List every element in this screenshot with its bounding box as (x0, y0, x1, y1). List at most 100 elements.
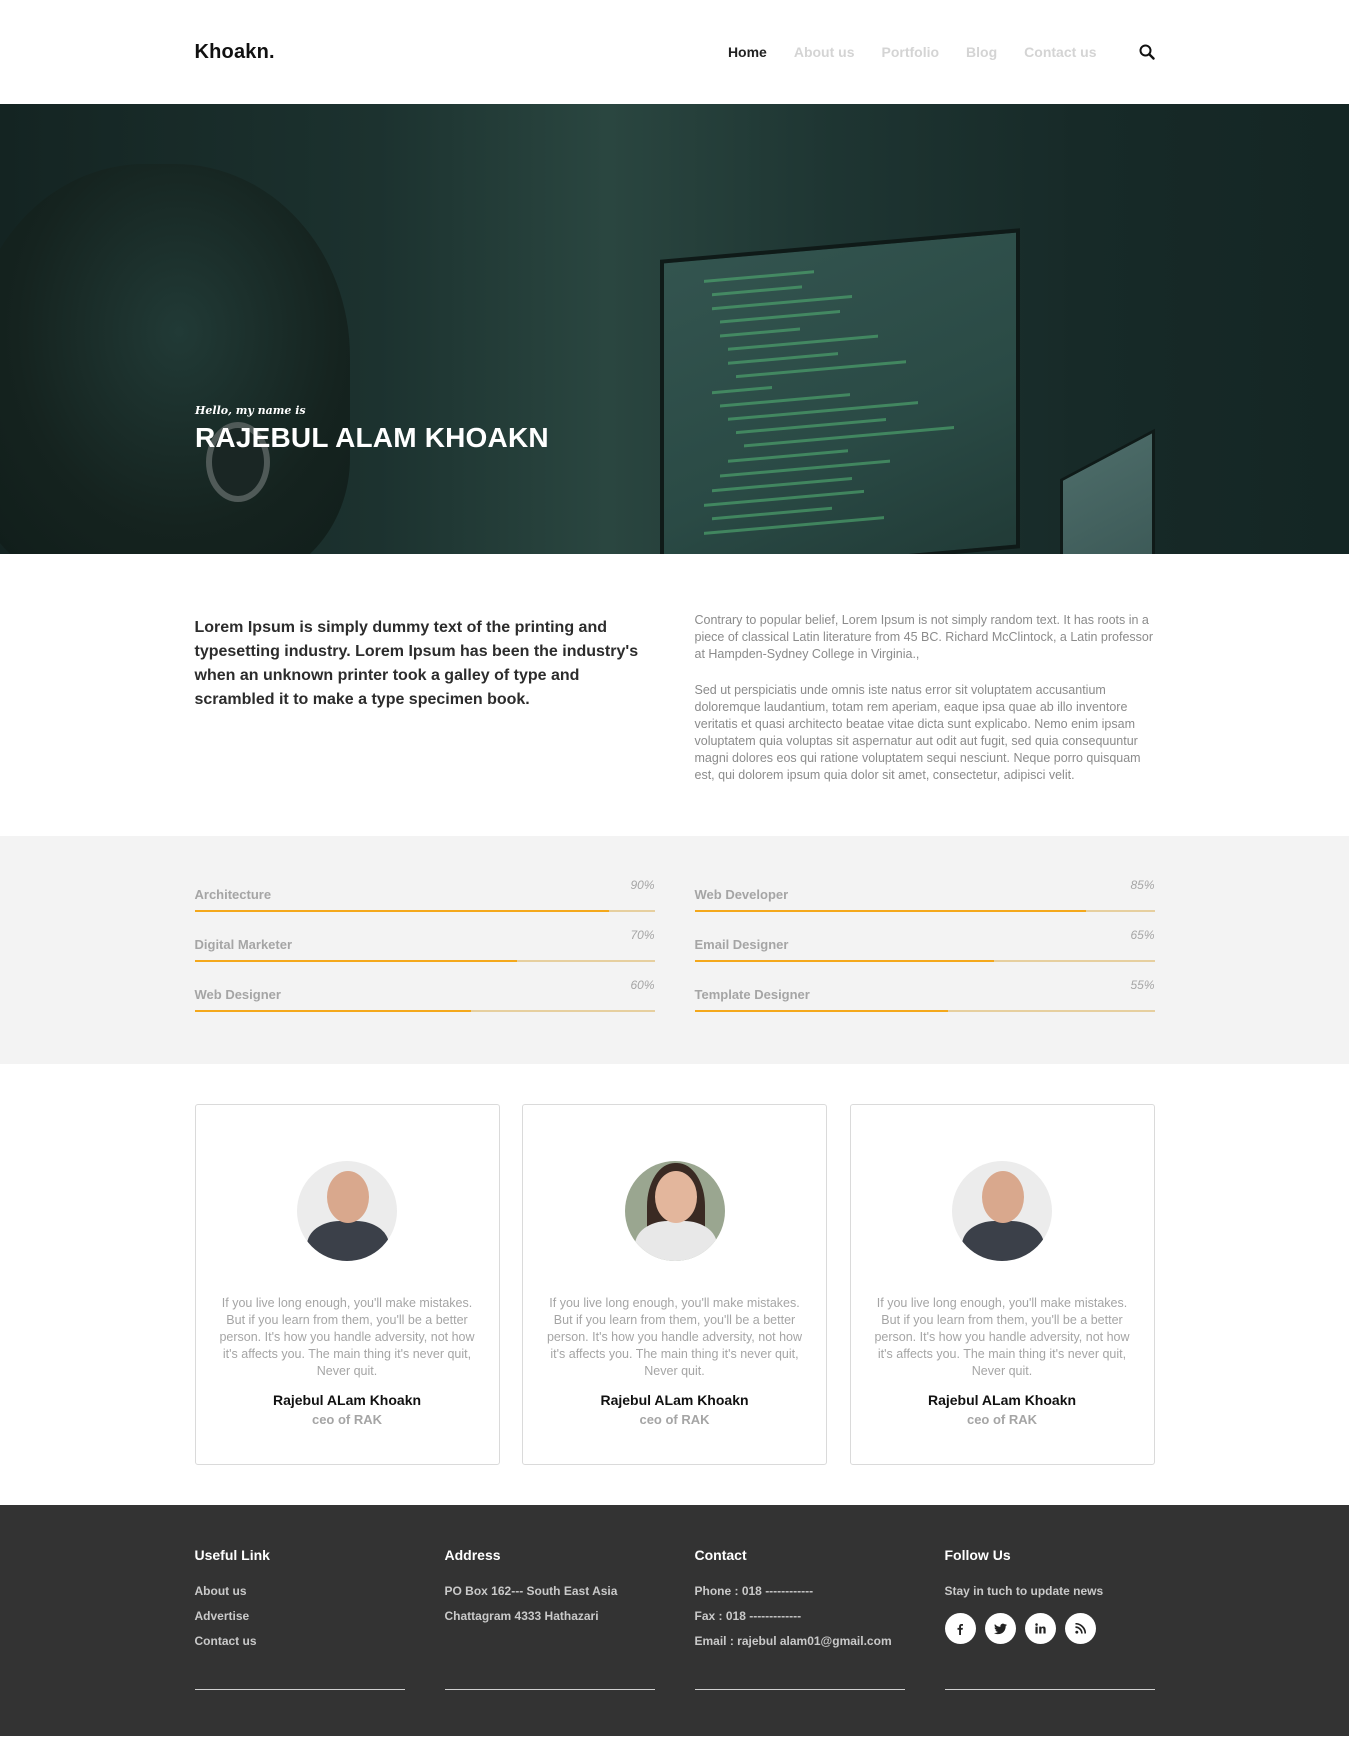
intro-paragraph-2: Sed ut perspiciatis unde omnis iste natu… (694, 683, 1141, 782)
testimonial-card: If you live long enough, you'll make mis… (522, 1104, 827, 1465)
skill-label: Template Designer (694, 987, 810, 1002)
code-line-decoration (712, 285, 802, 297)
address-line: PO Box 162--- South East Asia (444, 1584, 618, 1598)
testimonial-role: ceo of RAK (311, 1412, 383, 1427)
code-line-decoration (720, 310, 840, 324)
skill-progress-fill (694, 960, 994, 962)
skill-label: Architecture (194, 887, 272, 902)
follow-text: Stay in tuch to update news (944, 1584, 1104, 1598)
skill-progress-bar (194, 1010, 655, 1012)
skill-item: Web Designer 60% (194, 974, 655, 1012)
footer-follow-us: Follow Us Stay in tuch to update news (944, 1547, 1155, 1690)
testimonials-section: If you live long enough, you'll make mis… (0, 1064, 1349, 1505)
skill-progress-fill (194, 1010, 471, 1012)
testimonial-card: If you live long enough, you'll make mis… (194, 1104, 500, 1465)
code-line-decoration (728, 334, 878, 351)
site-logo[interactable]: Khoakn. (195, 41, 275, 64)
skill-item: Web Developer 85% (694, 874, 1155, 912)
skill-progress-bar (694, 960, 1155, 962)
footer-link-advertise[interactable]: Advertise (195, 1604, 405, 1629)
skill-item: Digital Marketer 70% (194, 924, 655, 962)
footer-contact: Contact Phone : 018 ------------ Fax : 0… (694, 1547, 905, 1690)
skill-label: Web Developer (694, 887, 789, 902)
site-header: Khoakn. Home About us Portfolio Blog Con… (0, 0, 1349, 104)
intro-paragraph-1: Contrary to popular belief, Lorem Ipsum … (694, 613, 1154, 661)
avatar (624, 1161, 725, 1261)
code-line-decoration (728, 449, 848, 463)
footer-useful-links: Useful Link About us Advertise Contact u… (194, 1547, 405, 1690)
code-line-decoration (720, 459, 890, 478)
intro-description: Contrary to popular belief, Lorem Ipsum … (695, 612, 1155, 784)
skill-progress-fill (194, 960, 517, 962)
testimonial-role: ceo of RAK (966, 1412, 1038, 1427)
avatar (297, 1161, 397, 1261)
skill-progress-bar (194, 910, 655, 912)
skill-percent: 90% (630, 878, 655, 892)
hero-monitor-image (660, 228, 1020, 554)
testimonial-name: Rajebul ALam Khoakn (272, 1392, 422, 1408)
avatar (952, 1161, 1052, 1261)
skills-left-column: Architecture 90% Digital Marketer 70% Web … (194, 874, 655, 1024)
code-line-decoration (736, 417, 886, 435)
footer-address: Address PO Box 162--- South East Asia Ch… (444, 1547, 655, 1690)
hero-second-monitor-image (1060, 428, 1155, 554)
hero-banner: Hello, my name is RAJEBUL ALAM KHOAKN (0, 104, 1349, 554)
skill-percent: 85% (1130, 878, 1155, 892)
skill-percent: 60% (630, 978, 655, 992)
main-nav: Home About us Portfolio Blog Contact us (701, 44, 1155, 60)
code-line-decoration (712, 506, 832, 521)
skill-progress-fill (694, 910, 1086, 912)
contact-email[interactable]: Email : rajebul alam01@gmail.com (695, 1629, 905, 1654)
site-footer: Useful Link About us Advertise Contact u… (0, 1505, 1349, 1736)
linkedin-icon[interactable] (1024, 1613, 1056, 1644)
hero-subtitle: Hello, my name is (195, 404, 306, 417)
footer-divider (194, 1689, 405, 1690)
contact-fax: Fax : 018 ------------- (694, 1609, 802, 1623)
skill-label: Email Designer (694, 937, 789, 952)
code-line-decoration (712, 476, 852, 493)
code-line-decoration (720, 393, 850, 408)
skill-percent: 55% (1130, 978, 1155, 992)
skill-item: Template Designer 55% (694, 974, 1155, 1012)
code-line-decoration (704, 270, 814, 283)
code-line-decoration (704, 489, 864, 507)
testimonial-quote: If you live long enough, you'll make mis… (219, 1296, 475, 1378)
footer-title: Useful Link (194, 1547, 270, 1563)
skill-item: Architecture 90% (194, 874, 655, 912)
skill-item: Email Designer 65% (694, 924, 1155, 962)
skills-section: Architecture 90% Digital Marketer 70% Web … (0, 836, 1349, 1064)
footer-divider (944, 1689, 1155, 1690)
testimonial-card: If you live long enough, you'll make mis… (849, 1104, 1155, 1465)
skills-right-column: Web Developer 85% Email Designer 65% Templ… (694, 874, 1155, 1024)
search-icon[interactable] (1139, 44, 1155, 60)
rss-icon[interactable] (1064, 1613, 1096, 1644)
code-line-decoration (728, 352, 838, 365)
nav-home[interactable]: Home (728, 44, 767, 60)
skill-percent: 65% (1130, 928, 1155, 942)
facebook-icon[interactable] (944, 1613, 976, 1644)
footer-link-contact-us[interactable]: Contact us (195, 1629, 405, 1654)
address-line: Chattagram 4333 Hathazari (444, 1609, 599, 1623)
skill-label: Digital Marketer (194, 937, 293, 952)
nav-blog[interactable]: Blog (966, 44, 997, 60)
testimonial-quote: If you live long enough, you'll make mis… (874, 1296, 1130, 1378)
twitter-icon[interactable] (984, 1613, 1016, 1644)
nav-about-us[interactable]: About us (794, 44, 855, 60)
skill-label: Web Designer (194, 987, 281, 1002)
footer-link-about-us[interactable]: About us (195, 1579, 405, 1604)
nav-contact-us[interactable]: Contact us (1024, 44, 1096, 60)
testimonial-role: ceo of RAK (639, 1412, 710, 1427)
skill-progress-fill (194, 910, 609, 912)
nav-portfolio[interactable]: Portfolio (882, 44, 940, 60)
skill-progress-bar (694, 1010, 1155, 1012)
code-line-decoration (712, 385, 772, 395)
code-line-decoration (720, 327, 800, 338)
testimonial-name: Rajebul ALam Khoakn (600, 1392, 749, 1408)
footer-title: Contact (694, 1547, 747, 1563)
code-line-decoration (736, 360, 906, 379)
social-links (944, 1613, 1155, 1644)
footer-divider (444, 1689, 655, 1690)
intro-section: Lorem Ipsum is simply dummy text of the … (0, 554, 1349, 836)
intro-lead-text: Lorem Ipsum is simply dummy text of the … (194, 619, 639, 708)
contact-phone: Phone : 018 ------------ (694, 1584, 814, 1598)
